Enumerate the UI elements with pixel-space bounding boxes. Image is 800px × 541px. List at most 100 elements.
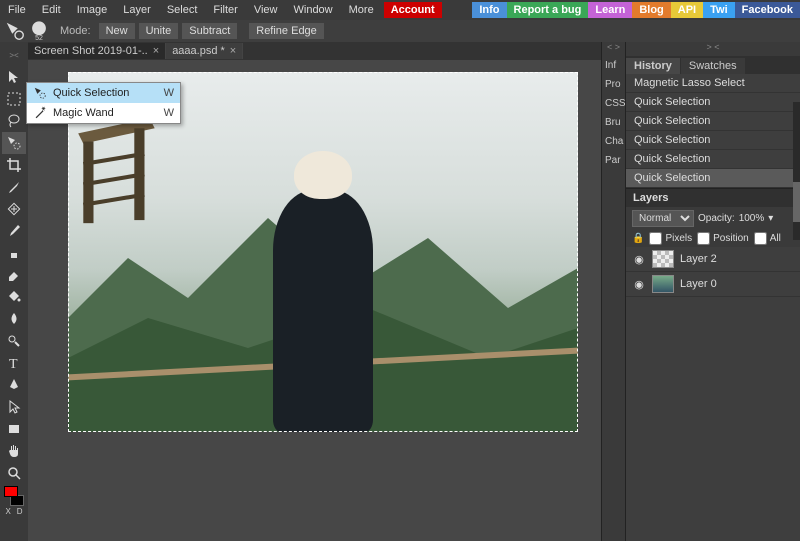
chevron-down-icon[interactable]: ▾ [768,213,773,224]
ext-learn[interactable]: Learn [588,2,632,18]
layer-thumb[interactable] [652,250,674,268]
menu-bar: File Edit Image Layer Select Filter View… [0,0,800,20]
active-tool-icon[interactable] [4,21,26,41]
menu-select[interactable]: Select [159,1,206,19]
canvas[interactable] [68,72,578,432]
mode-new[interactable]: New [99,23,135,39]
ext-report-bug[interactable]: Report a bug [507,2,589,18]
dodge-tool[interactable] [2,330,26,352]
lock-all-checkbox[interactable] [754,232,767,245]
doc-tab-1[interactable]: aaaa.psd * × [166,43,243,59]
menu-more[interactable]: More [341,1,382,19]
right-panels: > < History Swatches Magnetic Lasso Sele… [625,42,800,541]
quick-select-tool[interactable] [2,132,26,154]
account-button[interactable]: Account [384,2,442,18]
ext-api[interactable]: API [671,2,703,18]
ext-blog[interactable]: Blog [632,2,670,18]
layer-name[interactable]: Layer 0 [680,278,717,290]
clone-tool[interactable] [2,242,26,264]
magic-wand-icon [33,106,47,120]
panel-stub-css[interactable]: CSS [602,94,625,113]
lock-icon: 🔒 [632,233,644,244]
bucket-tool[interactable] [2,286,26,308]
menu-view[interactable]: View [246,1,286,19]
doc-tab-1-label: aaaa.psd * [172,45,225,57]
flyout-quick-selection[interactable]: Quick Selection W [27,83,180,103]
lock-position-checkbox[interactable] [697,232,710,245]
hand-tool[interactable] [2,440,26,462]
eraser-tool[interactable] [2,264,26,286]
menu-layer[interactable]: Layer [115,1,159,19]
panel-stub-info[interactable]: Inf [602,56,625,75]
brush-preset-icon[interactable]: 52 [28,21,50,41]
zoom-tool[interactable] [2,462,26,484]
eyedropper-tool[interactable] [2,176,26,198]
history-row[interactable]: Magnetic Lasso Select [626,74,800,93]
visibility-icon[interactable]: ◉ [632,278,646,291]
menu-filter[interactable]: Filter [205,1,245,19]
doc-tab-0[interactable]: Screen Shot 2019-01-.. × [28,43,166,59]
close-icon[interactable]: × [153,45,159,57]
menu-window[interactable]: Window [286,1,341,19]
expand-icon[interactable]: < > [602,42,625,56]
layer-list: ◉ Layer 2 ◉ Layer 0 [626,247,800,541]
mode-unite[interactable]: Unite [139,23,179,39]
fg-color[interactable] [4,486,18,497]
tab-swatches[interactable]: Swatches [681,58,745,74]
menu-edit[interactable]: Edit [34,1,69,19]
panel-stub-properties[interactable]: Pro [602,75,625,94]
lasso-tool[interactable] [2,110,26,132]
brush-tool[interactable] [2,220,26,242]
menu-file[interactable]: File [0,1,34,19]
layers-panel-title[interactable]: Layers [626,188,800,207]
panel-stub-paragraph[interactable]: Par [602,151,625,170]
mode-subtract[interactable]: Subtract [182,23,237,39]
history-row[interactable]: Quick Selection [626,150,800,169]
options-bar: 52 Mode: New Unite Subtract Refine Edge [0,20,800,42]
blend-mode-select[interactable]: Normal [632,210,694,227]
history-panel-tabs: History Swatches [626,56,800,74]
history-scrollbar[interactable] [793,102,800,240]
layers-controls: Normal Opacity: 100% ▾ [626,207,800,230]
quick-select-icon [33,86,47,100]
path-select-tool[interactable] [2,396,26,418]
marquee-tool[interactable] [2,88,26,110]
pen-tool[interactable] [2,374,26,396]
move-tool[interactable] [2,66,26,88]
ext-info[interactable]: Info [472,2,506,18]
shape-tool[interactable] [2,418,26,440]
doc-tab-0-label: Screen Shot 2019-01-.. [34,45,148,57]
flyout-magic-wand[interactable]: Magic Wand W [27,103,180,123]
menu-image[interactable]: Image [69,1,116,19]
ext-twi[interactable]: Twi [703,2,735,18]
panel-stub-character[interactable]: Cha [602,132,625,151]
layer-thumb[interactable] [652,275,674,293]
crop-tool[interactable] [2,154,26,176]
layer-row[interactable]: ◉ Layer 2 [626,247,800,272]
visibility-icon[interactable]: ◉ [632,253,646,266]
svg-text:T: T [9,357,18,371]
canvas-area[interactable] [28,60,601,541]
layer-name[interactable]: Layer 2 [680,253,717,265]
history-row[interactable]: Quick Selection [626,131,800,150]
history-row[interactable]: Quick Selection [626,169,800,188]
lock-pixels-checkbox[interactable] [649,232,662,245]
ext-facebook[interactable]: Facebook [735,2,800,18]
panel-stub-brush[interactable]: Bru [602,113,625,132]
healing-tool[interactable] [2,198,26,220]
opacity-value[interactable]: 100% [739,213,765,224]
history-row[interactable]: Quick Selection [626,112,800,131]
layer-row[interactable]: ◉ Layer 0 [626,272,800,297]
collapse-icon[interactable]: >< [2,44,26,66]
type-tool[interactable]: T [2,352,26,374]
flyout-shortcut: W [164,87,174,99]
swap-default-colors[interactable]: XD [5,506,22,516]
opacity-label: Opacity: [698,213,735,224]
refine-edge-button[interactable]: Refine Edge [249,23,324,39]
color-swatch[interactable] [2,486,26,506]
history-row[interactable]: Quick Selection [626,93,800,112]
close-icon[interactable]: × [230,45,236,57]
tab-history[interactable]: History [626,58,680,74]
blur-tool[interactable] [2,308,26,330]
collapse-icon[interactable]: > < [626,42,800,56]
